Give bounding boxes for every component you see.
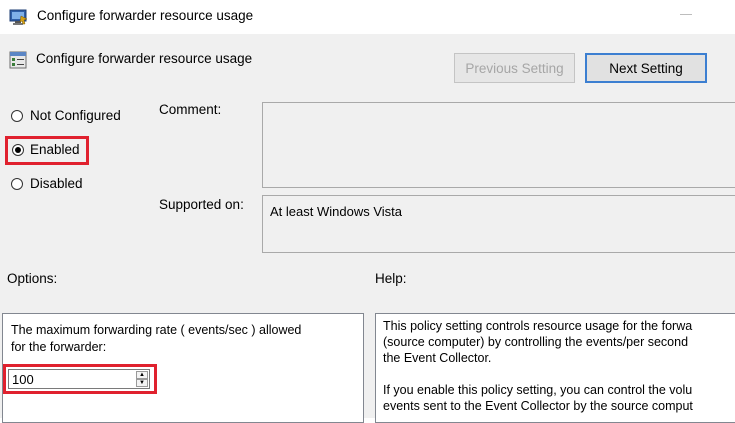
spin-up-button[interactable]: ▲	[136, 371, 148, 379]
radio-not-configured-label[interactable]: Not Configured	[30, 108, 121, 123]
spin-down-button[interactable]: ▼	[136, 379, 148, 387]
help-label: Help:	[375, 271, 407, 286]
window-title: Configure forwarder resource usage	[37, 8, 254, 23]
rate-spinbox[interactable]: 100 ▲ ▼	[8, 369, 150, 389]
supported-on-field: At least Windows Vista	[262, 195, 735, 253]
radio-enabled[interactable]	[12, 144, 24, 156]
radio-disabled[interactable]	[11, 178, 23, 190]
previous-setting-button[interactable]: Previous Setting	[454, 53, 575, 83]
minimize-button[interactable]	[680, 14, 692, 15]
options-label: Options:	[7, 271, 58, 286]
app-icon	[9, 8, 29, 26]
supported-on-label: Supported on:	[159, 197, 244, 212]
help-panel: This policy setting controls resource us…	[375, 313, 735, 423]
rate-label: The maximum forwarding rate ( events/sec…	[11, 323, 302, 354]
comment-field[interactable]	[262, 102, 735, 188]
policy-icon	[9, 51, 27, 69]
policy-title: Configure forwarder resource usage	[36, 51, 253, 66]
help-text: This policy setting controls resource us…	[383, 319, 693, 413]
radio-not-configured[interactable]	[11, 110, 23, 122]
radio-enabled-label[interactable]: Enabled	[30, 142, 80, 157]
supported-on-value: At least Windows Vista	[270, 204, 402, 219]
comment-label: Comment:	[159, 102, 222, 117]
radio-disabled-label[interactable]: Disabled	[30, 176, 83, 191]
rate-value[interactable]: 100	[12, 372, 34, 387]
next-setting-button[interactable]: Next Setting	[585, 53, 707, 83]
